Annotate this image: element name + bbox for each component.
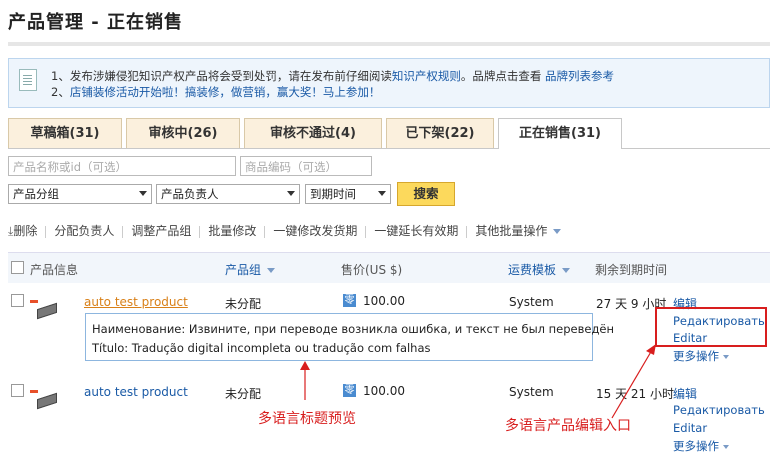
arrow-head (300, 361, 310, 370)
arrow-diagonal (611, 349, 653, 419)
annotation-title-preview: 多语言标题预览 (258, 411, 356, 427)
annotation-arrows (300, 344, 656, 419)
annotation-edit-entry: 多语言产品编辑入口 (505, 418, 631, 434)
arrow-head (646, 344, 656, 355)
